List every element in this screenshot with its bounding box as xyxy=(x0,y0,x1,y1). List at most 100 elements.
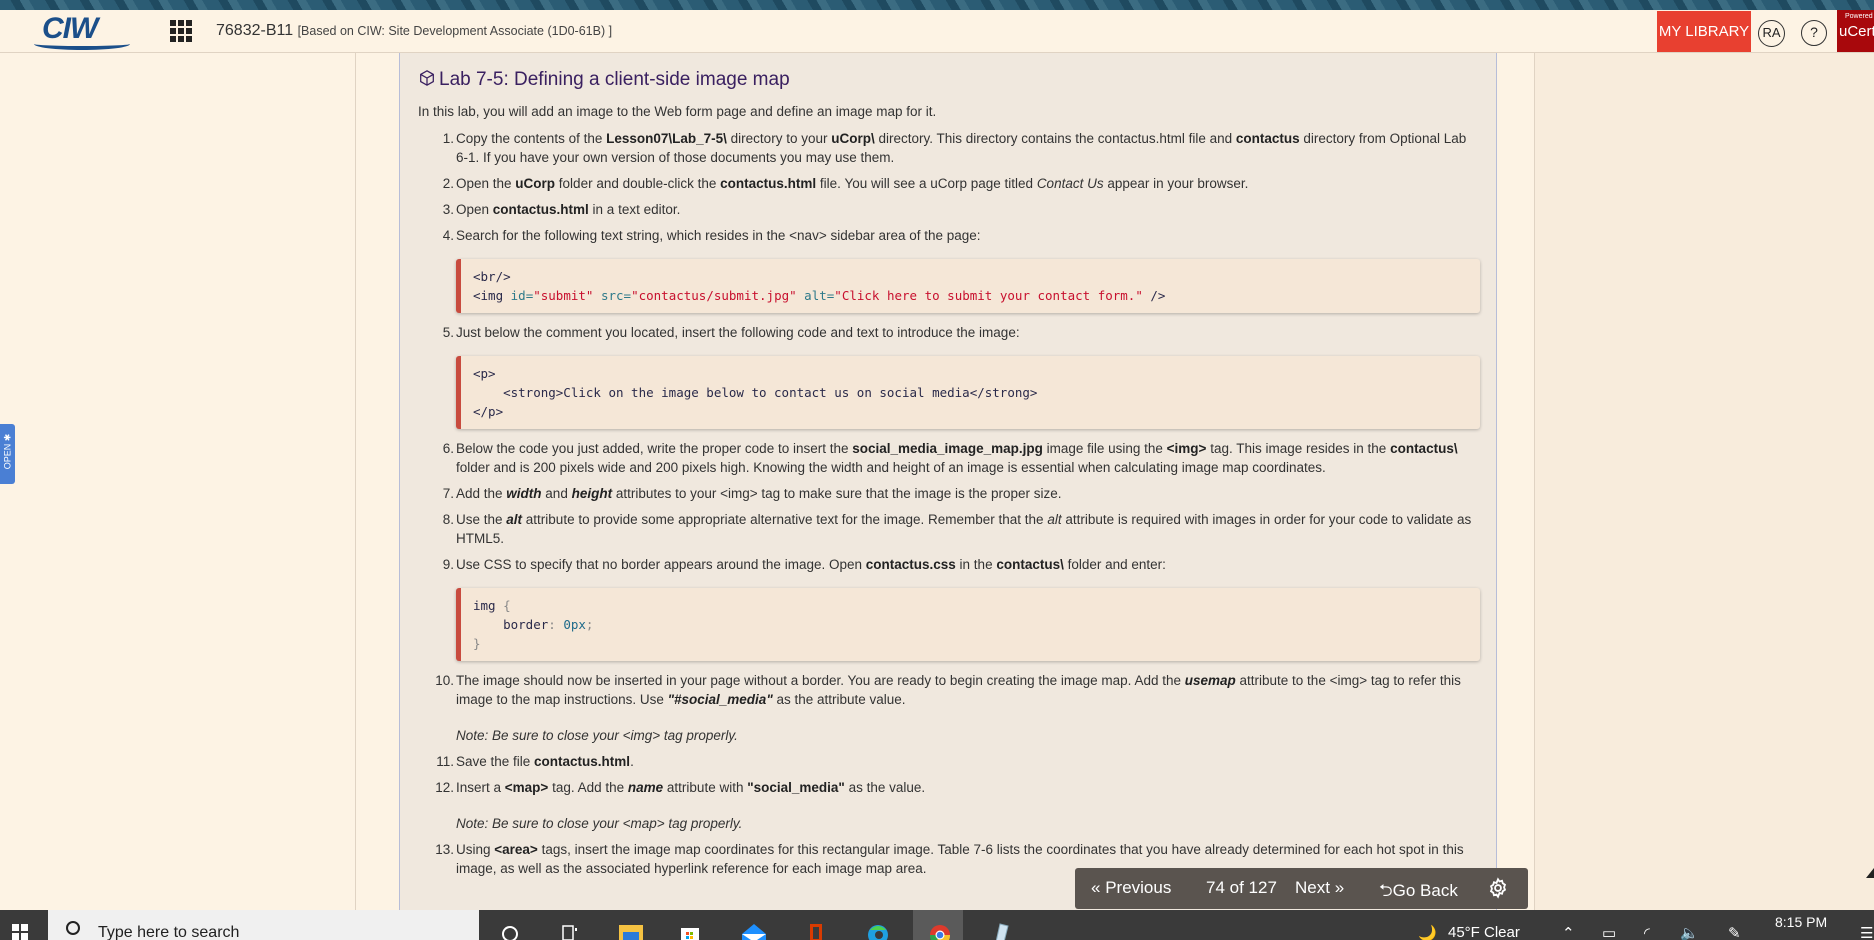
list-item: 8. Use the alt attribute to provide some … xyxy=(418,510,1480,548)
code-token: : xyxy=(548,617,564,632)
code-token: "Click here to submit your contact form.… xyxy=(834,288,1143,303)
code-token: "submit" xyxy=(533,288,594,303)
bold-term: <area> xyxy=(494,842,538,857)
office-icon[interactable] xyxy=(806,922,828,940)
notepad-icon[interactable] xyxy=(990,922,1012,940)
italic-term: alt xyxy=(1047,512,1062,527)
bold-italic-term: width xyxy=(506,486,542,501)
step-note: Note: Be sure to close your <img> tag pr… xyxy=(456,728,738,743)
battery-icon[interactable]: ▭ xyxy=(1602,924,1616,940)
windows-start-icon[interactable] xyxy=(12,924,28,940)
volume-icon[interactable]: 🔈 xyxy=(1680,924,1699,940)
search-icon xyxy=(66,921,80,935)
file-explorer-icon[interactable] xyxy=(618,922,643,940)
lab-title: Lab 7-5: Defining a client-side image ma… xyxy=(418,69,790,91)
wifi-icon[interactable]: ◜ xyxy=(1644,924,1650,940)
step-text: Below the code you just added, write the… xyxy=(456,441,1458,475)
step-number: 12. xyxy=(435,780,454,795)
step-number: 3. xyxy=(442,202,454,217)
list-item: 11. Save the file contactus.html. xyxy=(418,752,1480,771)
scroll-up-arrow[interactable] xyxy=(1866,868,1874,878)
code-token: 0px xyxy=(563,617,586,632)
step-note: Note: Be sure to close your <map> tag pr… xyxy=(456,816,743,831)
bold-italic-term: height xyxy=(571,486,613,501)
next-button[interactable]: Next » xyxy=(1295,878,1344,898)
taskbar-search-input[interactable]: Type here to search xyxy=(48,910,479,940)
code-token: "contactus/submit.jpg" xyxy=(631,288,797,303)
apps-grid-icon[interactable] xyxy=(170,20,192,42)
chrome-icon[interactable] xyxy=(928,922,951,940)
double-chevron-right-icon: » xyxy=(1334,878,1345,897)
step-number: 5. xyxy=(442,325,454,340)
bold-italic-term: usemap xyxy=(1184,673,1236,688)
system-clock[interactable]: 8:15 PM xyxy=(1775,914,1827,930)
code-token: <p> xyxy=(473,366,496,381)
brand-powered-by: Powered by xyxy=(1845,13,1874,20)
pen-workspace-icon[interactable]: ✎ xyxy=(1728,924,1741,940)
logo-swoosh xyxy=(34,38,130,50)
bold-term: contactus xyxy=(1235,131,1300,146)
app-header: CIW 76832-B11 [Based on CIW: Site Develo… xyxy=(0,10,1874,53)
bold-term: contactus.html xyxy=(534,754,631,769)
course-subtitle: [Based on CIW: Site Development Associat… xyxy=(297,24,613,38)
lab-content: Lab 7-5: Defining a client-side image ma… xyxy=(399,53,1497,910)
mail-icon[interactable] xyxy=(740,922,766,940)
user-avatar[interactable]: RA xyxy=(1758,20,1785,47)
course-id: 76832-B11 xyxy=(216,22,294,39)
bold-term: contactus.html xyxy=(492,202,589,217)
weather-moon-icon[interactable]: 🌙 xyxy=(1418,924,1437,940)
list-item: 6. Below the code you just added, write t… xyxy=(418,439,1480,477)
bold-term: contactus.html xyxy=(720,176,817,191)
show-hidden-icons-chevron-icon[interactable]: ⌃ xyxy=(1562,924,1575,940)
left-gutter xyxy=(355,53,399,910)
help-button[interactable]: ? xyxy=(1801,20,1827,46)
task-view-icon[interactable] xyxy=(560,922,582,940)
code-block-intro-paragraph: <p> <strong>Click on the image below to … xyxy=(456,356,1480,429)
previous-label: Previous xyxy=(1105,878,1172,897)
bold-term: social_media_image_map.jpg xyxy=(852,441,1043,456)
microsoft-store-icon[interactable] xyxy=(678,922,700,940)
code-token: id xyxy=(503,288,526,303)
step-text: Search for the following text string, wh… xyxy=(456,228,981,243)
list-item: 5. Just below the comment you located, in… xyxy=(418,323,1480,342)
previous-button[interactable]: « Previous xyxy=(1091,878,1171,898)
ciw-logo[interactable]: CIW xyxy=(34,12,134,50)
my-library-button[interactable]: MY LIBRARY xyxy=(1657,11,1751,52)
course-title: 76832-B11 [Based on CIW: Site Developmen… xyxy=(216,22,612,40)
bold-term: "social_media" xyxy=(747,780,845,795)
gear-icon[interactable] xyxy=(1487,877,1509,899)
ucertify-brand-badge[interactable]: Powered by uCertify xyxy=(1837,10,1874,52)
step-text: The image should now be inserted in your… xyxy=(456,671,1480,745)
step-number: 7. xyxy=(442,486,454,501)
step-number: 6. xyxy=(442,441,454,456)
list-item: 1. Copy the contents of the Lesson07\Lab_… xyxy=(418,129,1480,167)
open-side-panel-tab[interactable]: OPEN ✱ xyxy=(0,424,15,484)
bold-term: uCorp\ xyxy=(831,131,875,146)
step-number: 8. xyxy=(442,512,454,527)
cortana-icon[interactable] xyxy=(500,922,522,940)
search-placeholder: Type here to search xyxy=(98,924,240,940)
step-number: 1. xyxy=(442,131,454,146)
right-gutter xyxy=(1497,53,1535,910)
code-token: img xyxy=(473,598,504,613)
edge-icon[interactable] xyxy=(866,922,888,940)
go-back-button[interactable]: ⮌Go Back xyxy=(1379,878,1458,907)
italic-term: Contact Us xyxy=(1036,176,1104,191)
code-token: <strong>Click on the image below to cont… xyxy=(473,385,1038,400)
code-token: alt xyxy=(796,288,827,303)
code-token: src xyxy=(593,288,624,303)
pager-bar: « Previous 74 of 127 Next » ⮌Go Back xyxy=(1075,868,1528,909)
weather-status[interactable]: 45°F Clear xyxy=(1448,924,1520,940)
bold-italic-term: "#social_media" xyxy=(667,692,773,707)
step-text: Use CSS to specify that no border appear… xyxy=(456,557,1166,572)
code-token: = xyxy=(623,288,632,303)
code-token: </p> xyxy=(473,404,504,419)
header-banner xyxy=(0,0,1874,10)
lab-intro: In this lab, you will add an image to th… xyxy=(418,104,937,119)
step-text: Open contactus.html in a text editor. xyxy=(456,202,681,217)
code-block-nav-search: <br/> <img id="submit" src="contactus/su… xyxy=(456,259,1480,313)
next-label: Next xyxy=(1295,878,1330,897)
notifications-icon[interactable]: ☰ xyxy=(1860,924,1873,940)
brand-name: uCertify xyxy=(1839,23,1874,40)
step-text: Save the file contactus.html. xyxy=(456,754,634,769)
